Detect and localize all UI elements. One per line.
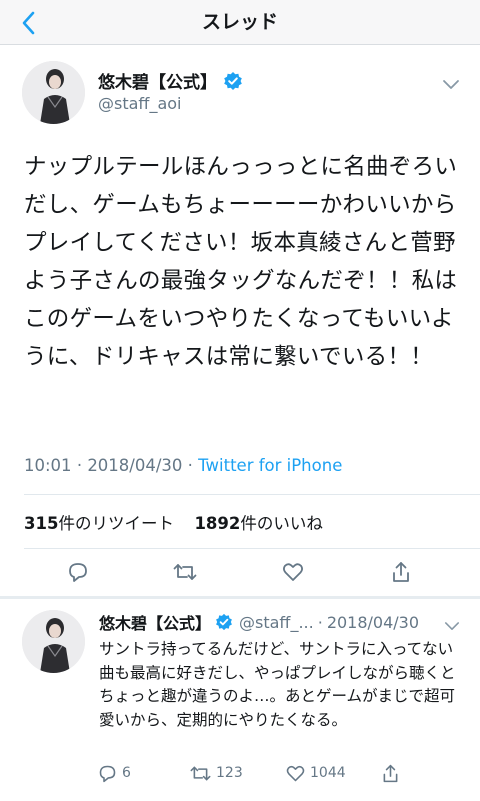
tweet-time: 10:01 <box>24 456 72 475</box>
tweet-text: ナップルテールほんっっっとに名曲ぞろいだし、ゲームもちょーーーーかわいいからプレ… <box>24 154 458 370</box>
reply-like-button[interactable]: 1044 <box>285 753 346 793</box>
chevron-down-icon <box>444 622 460 630</box>
page-title: スレッド <box>201 11 278 33</box>
tweet-source-link[interactable]: Twitter for iPhone <box>198 456 342 475</box>
heart-icon <box>286 765 305 781</box>
tweet-action-bar <box>0 552 480 592</box>
like-label: 件のいいね <box>240 514 323 533</box>
heart-icon <box>282 563 304 581</box>
reply-action-bar: 6 123 1044 <box>0 753 480 793</box>
navigation-bar: スレッド <box>0 0 480 45</box>
like-stat[interactable]: 1892件のいいね <box>194 514 322 533</box>
author-name-row: 悠木碧【公式】 <box>98 68 243 93</box>
reply-avatar[interactable] <box>22 610 85 673</box>
retweet-stat[interactable]: 315件のリツイート <box>24 514 174 533</box>
share-icon <box>383 764 398 782</box>
reply-separator: · <box>317 612 323 632</box>
meta-separator: · <box>76 456 83 475</box>
share-icon <box>393 562 409 582</box>
reply-button[interactable] <box>66 552 90 592</box>
author-handle-row: @staff_aoi <box>98 94 181 113</box>
like-count: 1892 <box>194 514 241 533</box>
tweet-date: 2018/04/30 <box>87 456 183 475</box>
reply-icon <box>99 765 116 782</box>
reply-share-button[interactable] <box>380 753 401 793</box>
tweet-meta: 10:01 · 2018/04/30 · Twitter for iPhone <box>24 456 342 475</box>
retweet-count: 315 <box>24 514 59 533</box>
tweet-menu-button[interactable] <box>442 76 460 95</box>
retweet-icon <box>190 766 211 780</box>
reply-retweet-count: 123 <box>216 765 243 781</box>
divider <box>24 548 480 549</box>
reply-like-count: 1044 <box>310 765 346 781</box>
tweet-stats: 315件のリツイート 1892件のいいね <box>24 510 323 534</box>
reply-author-handle[interactable]: @staff_... <box>239 613 314 632</box>
chevron-down-icon <box>443 80 459 89</box>
section-divider <box>0 596 480 599</box>
like-button[interactable] <box>281 552 305 592</box>
reply-author-name[interactable]: 悠木碧【公式】 <box>99 610 211 634</box>
avatar[interactable] <box>22 61 85 124</box>
reply-count: 6 <box>122 765 131 781</box>
verified-badge-icon <box>223 71 243 91</box>
retweet-label: 件のリツイート <box>58 514 174 533</box>
reply-text: サントラ持ってるんだけど、サントラに入ってない曲も最高に好きだし、やっぱプレイし… <box>99 640 456 729</box>
retweet-button[interactable] <box>172 552 198 592</box>
reply-reply-button[interactable]: 6 <box>97 753 131 793</box>
reply-retweet-button[interactable]: 123 <box>189 753 243 793</box>
retweet-icon <box>173 564 197 580</box>
divider <box>24 494 480 495</box>
reply-date: 2018/04/30 <box>326 612 420 632</box>
reply-header: 悠木碧【公式】 @staff_... · 2018/04/30 <box>99 610 419 634</box>
avatar-image <box>22 61 85 124</box>
author-name[interactable]: 悠木碧【公式】 <box>98 68 217 93</box>
author-handle[interactable]: @staff_aoi <box>98 94 181 113</box>
share-button[interactable] <box>389 552 413 592</box>
reply-menu-button[interactable] <box>444 617 460 636</box>
reply-icon <box>69 563 87 582</box>
meta-separator: · <box>187 456 193 475</box>
avatar-image <box>22 610 85 673</box>
verified-badge-icon <box>215 613 233 631</box>
